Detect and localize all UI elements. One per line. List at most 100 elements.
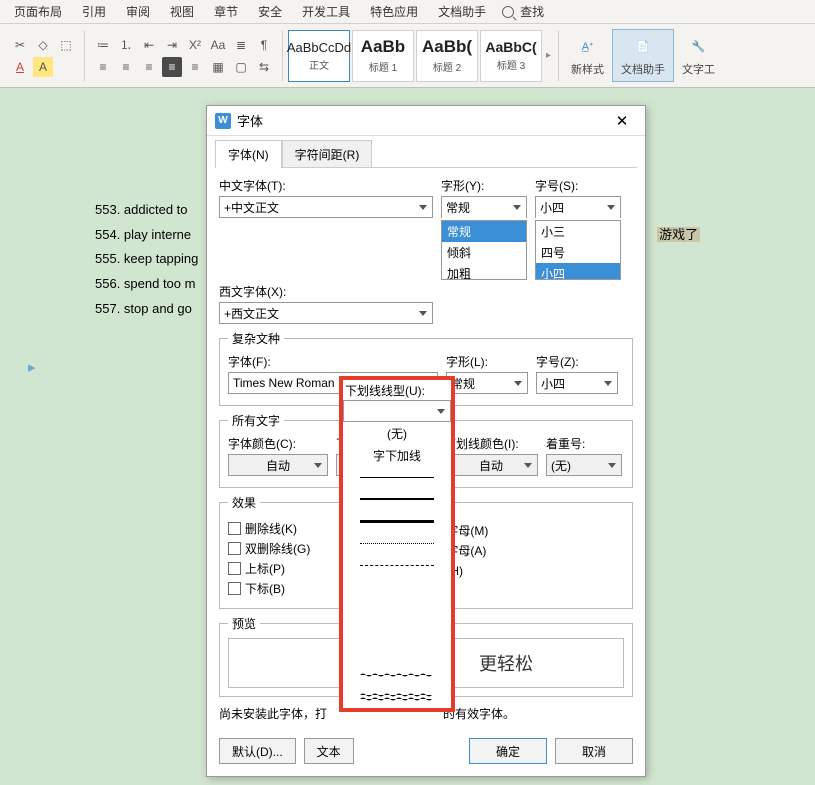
font-color-icon[interactable]: A [10,57,30,77]
fx-strike[interactable]: 删除线(K) [228,520,310,537]
cancel-button[interactable]: 取消 [555,738,633,764]
checkbox-icon [228,582,241,595]
newstyle-label: 新样式 [571,61,604,77]
shape-opt-bold[interactable]: 加粗 [442,263,526,280]
ul-opt-wave-dbl[interactable] [343,686,451,708]
nav-pane-icon[interactable]: ▸ [28,358,36,376]
underline-dropdown-label: 下划线线型(U): [343,380,451,400]
color-label: 字体颜色(C): [228,435,328,452]
highlight-icon[interactable]: A [33,57,53,77]
en-font-combo[interactable]: +西文正文 [219,302,433,324]
tab-icon[interactable]: ⇆ [254,57,274,77]
ulcolor-combo[interactable]: 自动 [444,454,538,476]
ul-opt-dashdotdot[interactable] [343,642,451,664]
preview-legend: 预览 [228,615,260,632]
distribute-icon[interactable]: ≡ [185,57,205,77]
color-combo[interactable]: 自动 [228,454,328,476]
shading-icon[interactable]: ▦ [208,57,228,77]
style-h3[interactable]: AaBbC( 标题 3 [480,30,542,82]
ul-opt-wordsbelow[interactable]: 字下加线 [343,444,451,466]
shape-input[interactable]: 常规 [441,196,527,218]
borders-icon[interactable]: ▢ [231,57,251,77]
menu-bar: 页面布局 引用 审阅 视图 章节 安全 开发工具 特色应用 文档助手 查找 [0,0,815,24]
cx-shape-combo[interactable]: 常规 [446,372,528,394]
effects-legend: 效果 [228,494,260,511]
emphasis-combo[interactable]: (无) [546,454,622,476]
size-opt[interactable]: 小四 [536,263,620,280]
cx-font-label: 字体(F): [228,353,438,370]
case-icon[interactable]: Aa [208,35,228,55]
menu-search[interactable]: 查找 [502,3,544,20]
dialog-title: 字体 [237,111,607,130]
cn-font-combo[interactable]: +中文正文 [219,196,433,218]
shape-listbox[interactable]: 常规 倾斜 加粗 [441,220,527,280]
menu-pagelayout[interactable]: 页面布局 [4,0,72,23]
alltext-legend: 所有文字 [228,412,284,429]
menu-review[interactable]: 审阅 [116,0,160,23]
docasst-button[interactable]: 📄 文档助手 [612,29,674,82]
ul-opt-solid-med[interactable] [343,488,451,510]
style-h2[interactable]: AaBb( 标题 2 [416,30,478,82]
cx-size-combo[interactable]: 小四 [536,372,618,394]
checkbox-icon [228,542,241,555]
textfx-button[interactable]: 文本 [304,738,354,764]
close-button[interactable]: ✕ [607,109,637,133]
menu-view[interactable]: 视图 [160,0,204,23]
ul-opt-none[interactable]: (无) [343,422,451,444]
shape-opt-italic[interactable]: 倾斜 [442,242,526,263]
ul-opt-dotted[interactable] [343,532,451,554]
tab-spacing[interactable]: 字符间距(R) [282,140,373,168]
size-opt[interactable]: 四号 [536,242,620,263]
ul-opt-dashed-tight[interactable] [343,554,451,576]
style-h1[interactable]: AaBb 标题 1 [352,30,414,82]
rubi-icon[interactable]: ⬚ [56,35,76,55]
ul-opt-dashdot[interactable] [343,620,451,642]
size-input[interactable]: 小四 [535,196,621,218]
fx-super[interactable]: 上标(P) [228,560,310,577]
style-preview: AaBbCcDd [287,40,351,55]
indent-dec-icon[interactable]: ⇤ [139,35,159,55]
format-painter-icon[interactable]: ✂ [10,35,30,55]
fx-dblstrike[interactable]: 双删除线(G) [228,540,310,557]
ul-opt-solid-thick[interactable] [343,510,451,532]
style-label: 正文 [309,57,329,72]
bullets-icon[interactable]: ≔ [93,35,113,55]
superscript-icon[interactable]: X² [185,35,205,55]
cn-font-label: 中文字体(T): [219,177,433,194]
size-opt[interactable]: 小三 [536,221,620,242]
indent-inc-icon[interactable]: ⇥ [162,35,182,55]
ul-opt-wave[interactable] [343,664,451,686]
size-listbox[interactable]: 小三 四号 小四 [535,220,621,280]
fx-sub[interactable]: 下标(B) [228,580,310,597]
ok-button[interactable]: 确定 [469,738,547,764]
menu-apps[interactable]: 特色应用 [360,0,428,23]
textfx-button[interactable]: 🔧 文字工 [674,30,723,81]
menu-security[interactable]: 安全 [248,0,292,23]
menu-reference[interactable]: 引用 [72,0,116,23]
menu-devtools[interactable]: 开发工具 [292,0,360,23]
ul-opt-dash-wide[interactable] [343,598,451,620]
menu-chapter[interactable]: 章节 [204,0,248,23]
ribbon-toolbar: ✂ ◇ ⬚ A A ≔ ⒈ ⇤ ⇥ X² Aa ≣ ¶ ≡ ≡ ≡ ≡ ≡ ▦ … [0,24,815,88]
style-normal[interactable]: AaBbCcDd 正文 [288,30,350,82]
numbering-icon[interactable]: ⒈ [116,35,136,55]
newstyle-button[interactable]: A̲ᐩ 新样式 [563,30,612,81]
align-right-icon[interactable]: ≡ [139,57,159,77]
align-left-icon[interactable]: ≡ [93,57,113,77]
ul-opt-solid-thin[interactable] [343,466,451,488]
newstyle-icon: A̲ᐩ [576,34,600,58]
style-more-icon[interactable]: ▸ [546,50,551,61]
ul-opt-dash-long[interactable] [343,576,451,598]
line-spacing-icon[interactable]: ≣ [231,35,251,55]
menu-docasst[interactable]: 文档助手 [428,0,496,23]
align-center-icon[interactable]: ≡ [116,57,136,77]
paragraph-icon[interactable]: ¶ [254,35,274,55]
clear-format-icon[interactable]: ◇ [33,35,53,55]
align-justify-icon[interactable]: ≡ [162,57,182,77]
docasst-label: 文档助手 [621,61,665,77]
default-button[interactable]: 默认(D)... [219,738,296,764]
tab-font[interactable]: 字体(N) [215,140,282,168]
app-logo-icon: W [215,113,231,129]
underline-dropdown-combo[interactable] [343,400,451,422]
shape-opt-normal[interactable]: 常规 [442,221,526,242]
